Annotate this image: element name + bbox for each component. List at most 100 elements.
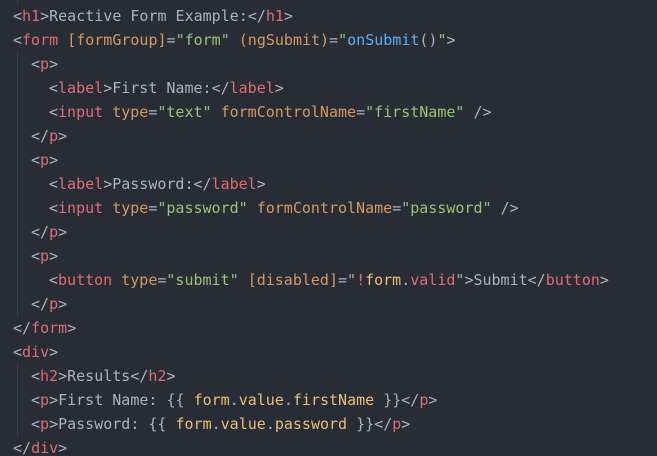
code-token-text: = <box>166 31 176 49</box>
code-token-string: "form" <box>175 31 230 49</box>
code-token-bracket: > <box>103 79 113 97</box>
code-token-bracket: /> <box>473 103 492 121</box>
code-token-bracket: > <box>599 271 609 289</box>
code-line[interactable]: <input type="text" formControlName="firs… <box>49 100 492 124</box>
code-token-attr: [formGroup] <box>67 31 167 49</box>
code-token-bracket: < <box>31 415 41 433</box>
code-token-bracket: < <box>49 175 59 193</box>
code-token-bracket: </ <box>31 223 50 241</box>
code-token-tag: button <box>58 271 113 289</box>
code-token-bracket: > <box>58 295 68 313</box>
code-line[interactable]: </p> <box>31 124 67 148</box>
code-token-text: }} <box>374 391 402 409</box>
code-line[interactable]: <input type="password" formControlName="… <box>49 196 519 220</box>
code-token-string: "password" <box>401 199 492 217</box>
code-token-bracket: </ <box>211 79 230 97</box>
code-editor[interactable]: <h1>Reactive Form Example:</h1> <form [fo… <box>0 0 657 456</box>
code-token-bracket: < <box>13 31 23 49</box>
code-token-string: "submit" <box>166 271 239 289</box>
code-line[interactable]: </form> <box>13 316 76 340</box>
code-token-bracket: < <box>49 103 59 121</box>
code-token-var: password <box>274 415 348 433</box>
code-token-tag: p <box>40 415 50 433</box>
code-line[interactable]: </p> <box>31 220 67 244</box>
code-token-tag: h2 <box>148 367 167 385</box>
code-token-attr: type <box>112 103 149 121</box>
code-token-text: = <box>329 31 339 49</box>
code-token-bracket: /> <box>500 199 519 217</box>
code-line[interactable]: </p> <box>31 292 67 316</box>
code-line[interactable]: <label>First Name:</label> <box>49 76 284 100</box>
code-token-bracket: > <box>49 247 59 265</box>
code-token-var: value <box>238 391 284 409</box>
code-token-text: Password: <box>112 175 194 193</box>
code-token-bracket: </ <box>31 295 50 313</box>
code-token-bracket: > <box>40 7 50 25</box>
code-token-tag: p <box>40 151 50 169</box>
indent-guide <box>17 364 18 436</box>
code-token-var: form <box>193 391 230 409</box>
code-token-bracket: < <box>49 79 59 97</box>
code-line[interactable]: <p> <box>31 52 58 76</box>
code-token-attr: type <box>112 199 149 217</box>
code-token-bracket: > <box>283 7 293 25</box>
code-token-text: = <box>356 103 366 121</box>
code-token-tag: div <box>22 343 50 361</box>
code-token-bracket: > <box>58 439 68 456</box>
code-token-prop: valid <box>410 271 456 289</box>
code-token-bracket: </ <box>130 367 149 385</box>
code-token-bracket: > <box>428 391 438 409</box>
code-token-text: Submit <box>473 271 528 289</box>
code-token-bracket: </ <box>247 7 266 25</box>
code-line[interactable]: <p> <box>31 244 58 268</box>
code-line[interactable]: <p> <box>31 148 58 172</box>
code-token-text: = <box>392 199 402 217</box>
code-token-tag: p <box>392 415 402 433</box>
code-token-bracket: < <box>31 391 41 409</box>
code-token-var: form <box>175 415 212 433</box>
code-token-bracket: </ <box>401 391 420 409</box>
code-token-bracket: </ <box>527 271 546 289</box>
code-token-tag: p <box>49 223 59 241</box>
code-token-var: value <box>220 415 266 433</box>
code-token-tag: div <box>31 439 59 456</box>
code-token-bracket: </ <box>31 127 50 145</box>
code-line[interactable]: <h2>Results</h2> <box>31 364 176 388</box>
code-token-tag: label <box>58 79 104 97</box>
code-token-attr: formControlName <box>220 103 357 121</box>
code-line[interactable]: <div> <box>13 340 58 364</box>
code-token-tag: label <box>58 175 104 193</box>
code-token-string: " <box>338 31 348 49</box>
code-line[interactable]: <p>Password: {{ form.value.password }}</… <box>31 412 410 436</box>
code-token-bracket: > <box>58 127 68 145</box>
code-line[interactable]: <button type="submit" [disabled]="!form.… <box>49 268 609 292</box>
code-line[interactable]: <form [formGroup]="form" (ngSubmit)="onS… <box>13 28 456 52</box>
code-token-bracket: > <box>49 391 59 409</box>
code-token-bracket: > <box>49 343 59 361</box>
code-line[interactable]: <label>Password:</label> <box>49 172 266 196</box>
code-line[interactable]: </div> <box>13 436 67 456</box>
code-token-text: Reactive Form Example: <box>49 7 248 25</box>
code-token-bracket: > <box>58 223 68 241</box>
code-token-bracket: </ <box>13 439 32 456</box>
code-token-bracket: > <box>166 367 176 385</box>
code-token-text: . <box>229 391 239 409</box>
code-token-bracket: > <box>446 31 456 49</box>
code-line[interactable]: <p>First Name: {{ form.value.firstName }… <box>31 388 437 412</box>
code-token-bracket: < <box>49 199 59 217</box>
code-token-bracket: > <box>274 79 284 97</box>
code-line[interactable]: <h1>Reactive Form Example:</h1> <box>13 4 293 28</box>
code-token-bracket: < <box>31 247 41 265</box>
code-token-bracket: < <box>31 55 41 73</box>
code-token-tag: button <box>545 271 600 289</box>
code-token-tag: input <box>58 103 104 121</box>
code-token-text: . <box>211 415 221 433</box>
code-token-text: . <box>401 271 411 289</box>
code-token-var: firstName <box>292 391 375 409</box>
code-token-bracket: < <box>13 7 23 25</box>
code-token-attr: [disabled] <box>247 271 338 289</box>
